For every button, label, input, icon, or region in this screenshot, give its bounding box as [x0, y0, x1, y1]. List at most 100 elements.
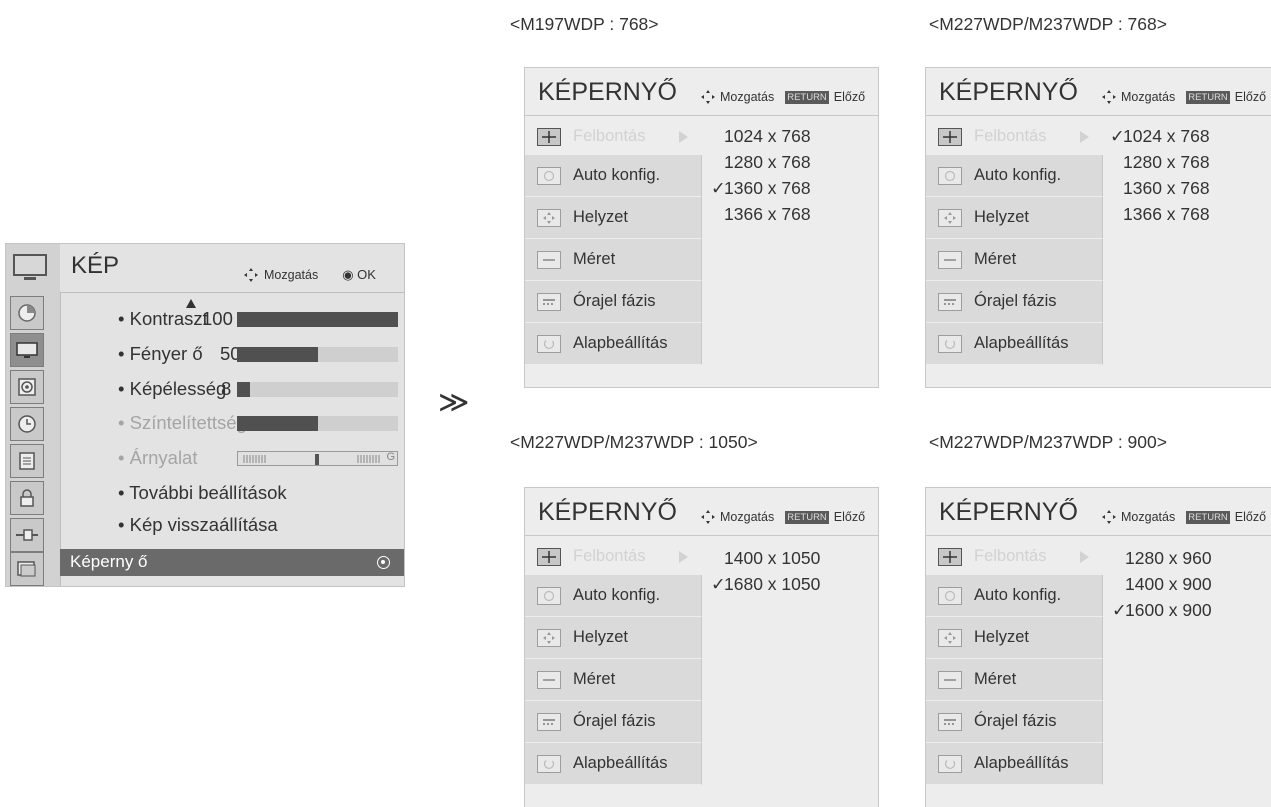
menu-item-0[interactable]: Felbontás: [926, 536, 1103, 578]
panel-hint-move: Mozgatás: [1121, 90, 1176, 104]
kepernyo-label: Képerny ő: [70, 552, 148, 571]
kep-body: [60, 293, 404, 586]
reset-icon: [537, 755, 561, 773]
menu-item-5[interactable]: Alapbeállítás: [926, 323, 1103, 365]
panel-hint-move: Mozgatás: [720, 90, 775, 104]
prev-label: Előző: [833, 510, 866, 524]
menu-item-0[interactable]: Felbontás: [525, 116, 702, 158]
menu-item-label: Auto konfig.: [974, 586, 1062, 604]
move-arrows-icon: [1102, 90, 1116, 104]
menu-item-1[interactable]: Auto konfig.: [525, 155, 702, 197]
kep-item-kepelesseg[interactable]: • Képélesség: [118, 378, 226, 400]
kep-item-kontraszt[interactable]: • Kontraszt: [118, 308, 208, 330]
kep-item-fenyero[interactable]: • Fényer ő: [118, 343, 203, 365]
return-button[interactable]: RETURN: [785, 90, 829, 104]
menu-item-label: Felbontás: [974, 127, 1047, 145]
menu-item-3[interactable]: Méret: [926, 239, 1103, 281]
menu-item-5[interactable]: Alapbeállítás: [525, 743, 702, 785]
check-icon: ✓: [711, 574, 726, 594]
kep-hint-move: Mozgatás: [264, 268, 319, 282]
menu-item-4[interactable]: Órajel fázis: [926, 281, 1103, 323]
resolution-icon: [938, 128, 962, 146]
option-icon[interactable]: [10, 444, 44, 478]
return-button[interactable]: RETURN: [1186, 90, 1230, 104]
return-button[interactable]: RETURN: [785, 510, 829, 524]
slider-fill: [237, 347, 318, 362]
panel-menu: Felbontás Auto konfig. Helyzet Méret Órajel …: [525, 536, 702, 807]
reset-icon: [938, 755, 962, 773]
kep-menu: KÉP Mozgatás ◉ OK • Kontraszt 100 • Fény…: [5, 243, 405, 587]
menu-item-2[interactable]: Helyzet: [525, 197, 702, 239]
menu-item-label: Alapbeállítás: [573, 754, 668, 772]
menu-item-2[interactable]: Helyzet: [525, 617, 702, 659]
resolution-option[interactable]: ✓1600 x 900: [1112, 600, 1212, 621]
resolution-label: 1024 x 768: [1123, 126, 1210, 146]
menu-item-3[interactable]: Méret: [525, 659, 702, 701]
menu-item-2[interactable]: Helyzet: [926, 197, 1103, 239]
move-arrows-icon: [701, 510, 715, 524]
kontraszt-value: 100: [202, 308, 233, 329]
resolution-option[interactable]: 1366 x 768: [724, 204, 811, 225]
fenyero-slider[interactable]: [237, 347, 398, 362]
slider-fill: [237, 312, 398, 327]
submenu-arrow-icon: [1080, 131, 1089, 143]
resolution-option[interactable]: ✓1360 x 768: [711, 178, 811, 199]
resolution-option[interactable]: 1360 x 768: [1123, 178, 1210, 199]
panel-title: KÉPERNYŐ: [538, 78, 677, 106]
menu-item-5[interactable]: Alapbeállítás: [525, 323, 702, 365]
setup-icon[interactable]: [10, 296, 44, 330]
clock-phase-icon: [537, 293, 561, 311]
menu-item-4[interactable]: Órajel fázis: [926, 701, 1103, 743]
size-icon: [537, 251, 561, 269]
menu-item-label: Helyzet: [573, 628, 629, 646]
resolution-option[interactable]: 1366 x 768: [1123, 204, 1210, 225]
input-icon[interactable]: [10, 518, 44, 552]
resolution-option[interactable]: ✓1024 x 768: [1110, 126, 1210, 147]
kepelesseg-slider[interactable]: [237, 382, 398, 397]
menu-item-5[interactable]: Alapbeállítás: [926, 743, 1103, 785]
move-arrows-icon: [701, 90, 715, 104]
scroll-up-icon[interactable]: [186, 299, 196, 308]
resolution-option[interactable]: 1024 x 768: [724, 126, 811, 147]
audio-icon[interactable]: [10, 370, 44, 404]
picture-icon[interactable]: [10, 333, 44, 367]
resolution-option[interactable]: 1400 x 900: [1125, 574, 1212, 595]
resolution-option[interactable]: 1280 x 768: [1123, 152, 1210, 173]
submenu-arrow-icon: [679, 131, 688, 143]
menu-item-3[interactable]: Méret: [525, 239, 702, 281]
kep-item-tovabbi[interactable]: • További beállítások: [118, 482, 287, 504]
transition-arrow-icon: ≫: [438, 386, 470, 419]
prev-label: Előző: [833, 90, 866, 104]
menu-item-0[interactable]: Felbontás: [525, 536, 702, 578]
menu-item-1[interactable]: Auto konfig.: [926, 575, 1103, 617]
panel-hint: Mozgatás RETURN Előző: [701, 510, 865, 524]
auto-config-icon: [938, 167, 962, 185]
menu-item-label: Felbontás: [974, 547, 1047, 565]
resolution-option[interactable]: 1280 x 768: [724, 152, 811, 173]
resolution-option[interactable]: 1400 x 1050: [724, 548, 820, 569]
photo-icon[interactable]: [10, 552, 44, 586]
menu-item-label: Alapbeállítás: [974, 334, 1069, 352]
menu-item-1[interactable]: Auto konfig.: [926, 155, 1103, 197]
menu-item-label: Méret: [573, 250, 616, 268]
time-icon[interactable]: [10, 407, 44, 441]
menu-item-1[interactable]: Auto konfig.: [525, 575, 702, 617]
lock-icon[interactable]: [10, 481, 44, 515]
menu-item-3[interactable]: Méret: [926, 659, 1103, 701]
return-button[interactable]: RETURN: [1186, 510, 1230, 524]
kep-item-visszaallitas[interactable]: • Kép visszaállítása: [118, 514, 278, 536]
kepernyo-panel: KÉPERNYŐ Mozgatás RETURN Előző Felbontás…: [925, 67, 1271, 388]
menu-item-4[interactable]: Órajel fázis: [525, 701, 702, 743]
kontraszt-slider[interactable]: [237, 312, 398, 327]
resolution-option[interactable]: 1280 x 960: [1125, 548, 1212, 569]
resolution-option[interactable]: ✓1680 x 1050: [711, 574, 820, 595]
menu-item-0[interactable]: Felbontás: [926, 116, 1103, 158]
kep-title: KÉP: [71, 252, 120, 279]
menu-item-2[interactable]: Helyzet: [926, 617, 1103, 659]
menu-item-4[interactable]: Órajel fázis: [525, 281, 702, 323]
kep-item-kepernyo-selected[interactable]: Képerny ő: [60, 549, 404, 576]
kep-hint-ok: OK: [357, 267, 376, 282]
kep-item-arnyalat: • Árnyalat: [118, 447, 198, 468]
resolution-label: 1024 x 768: [724, 126, 811, 146]
arnyalat-tint-slider: G: [237, 451, 398, 466]
